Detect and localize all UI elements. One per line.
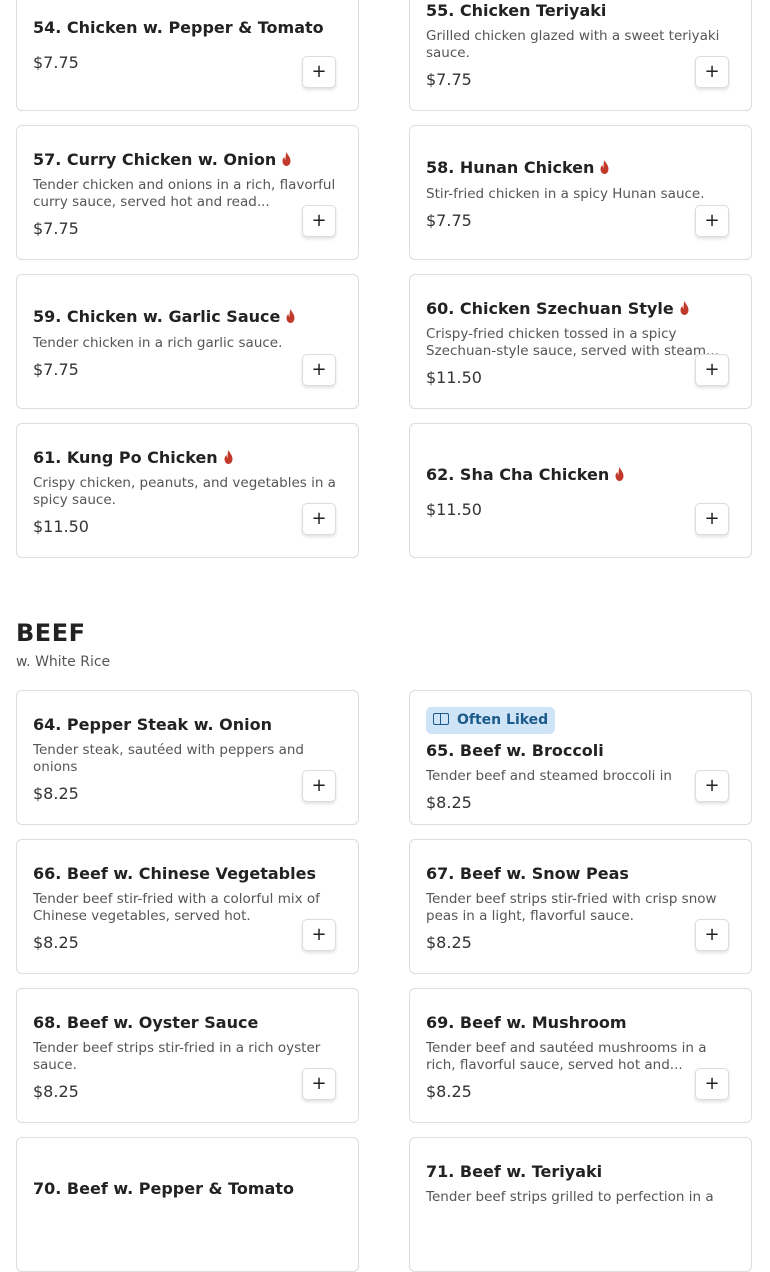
item-description: Grilled chicken glazed with a sweet teri… bbox=[426, 28, 720, 61]
item-title-text: 60. Chicken Szechuan Style bbox=[426, 299, 674, 318]
item-description: Tender beef strips grilled to perfection… bbox=[426, 1189, 714, 1205]
item-description: Crispy-fried chicken tossed in a spicy S… bbox=[426, 326, 719, 359]
item-description: Crispy chicken, peanuts, and vegetables … bbox=[33, 475, 336, 508]
item-description: Tender beef and sautéed mushrooms in a r… bbox=[426, 1040, 707, 1073]
item-title: 62. Sha Cha Chicken bbox=[426, 465, 735, 484]
add-to-cart-button[interactable]: + bbox=[302, 503, 336, 535]
item-title: 68. Beef w. Oyster Sauce bbox=[33, 1013, 259, 1032]
flame-icon bbox=[286, 309, 295, 323]
menu-item-card[interactable]: 60. Chicken Szechuan Style Crispy-fried … bbox=[409, 274, 752, 409]
item-price: $8.25 bbox=[33, 784, 79, 803]
add-to-cart-button[interactable]: + bbox=[695, 503, 729, 535]
flame-icon bbox=[282, 152, 291, 166]
add-to-cart-button[interactable]: + bbox=[695, 205, 729, 237]
item-title: 69. Beef w. Mushroom bbox=[426, 1013, 627, 1032]
menu-item-card[interactable]: 71. Beef w. Teriyaki Tender beef strips … bbox=[409, 1137, 752, 1272]
item-price: $7.75 bbox=[33, 53, 79, 72]
flame-icon bbox=[615, 467, 624, 481]
item-title: 55. Chicken Teriyaki bbox=[426, 1, 607, 20]
add-to-cart-button[interactable]: + bbox=[695, 770, 729, 802]
menu-item-card[interactable]: 59. Chicken w. Garlic Sauce Tender chick… bbox=[16, 274, 359, 409]
add-to-cart-button[interactable]: + bbox=[695, 919, 729, 951]
menu-item-card[interactable]: 69. Beef w. Mushroom Tender beef and sau… bbox=[409, 988, 752, 1123]
item-price: $8.25 bbox=[33, 933, 79, 952]
item-title: 71. Beef w. Teriyaki bbox=[426, 1162, 603, 1181]
menu-item-card[interactable]: 58. Hunan Chicken Stir-fried chicken in … bbox=[409, 125, 752, 260]
item-price: $7.75 bbox=[33, 360, 79, 379]
item-title: 67. Beef w. Snow Peas bbox=[426, 864, 629, 883]
add-to-cart-button[interactable]: + bbox=[302, 205, 336, 237]
menu-item-card[interactable]: 68. Beef w. Oyster Sauce Tender beef str… bbox=[16, 988, 359, 1123]
item-description: Stir-fried chicken in a spicy Hunan sauc… bbox=[426, 186, 705, 202]
item-description: Tender steak, sautéed with peppers and o… bbox=[33, 742, 304, 775]
item-title-text: 58. Hunan Chicken bbox=[426, 158, 595, 177]
item-title: 59. Chicken w. Garlic Sauce bbox=[33, 307, 342, 326]
item-price: $7.75 bbox=[33, 219, 79, 238]
add-to-cart-button[interactable]: + bbox=[695, 354, 729, 386]
add-to-cart-button[interactable]: + bbox=[695, 1068, 729, 1100]
item-price: $11.50 bbox=[33, 517, 89, 536]
item-title: 64. Pepper Steak w. Onion bbox=[33, 715, 273, 734]
add-to-cart-button[interactable]: + bbox=[302, 919, 336, 951]
item-price: $11.50 bbox=[426, 500, 482, 519]
add-to-cart-button[interactable]: + bbox=[302, 56, 336, 88]
item-description: Tender beef and steamed broccoli in a... bbox=[426, 768, 672, 784]
menu-item-card[interactable]: 61. Kung Po Chicken Crispy chicken, pean… bbox=[16, 423, 359, 558]
item-price: $11.50 bbox=[426, 368, 482, 387]
item-description: Tender chicken in a rich garlic sauce. bbox=[33, 335, 283, 351]
item-title-text: 62. Sha Cha Chicken bbox=[426, 465, 610, 484]
two-squares-icon bbox=[433, 713, 449, 725]
flame-icon bbox=[600, 160, 609, 174]
item-title: 65. Beef w. Broccoli bbox=[426, 741, 604, 760]
often-liked-badge: Often Liked bbox=[426, 707, 556, 734]
add-to-cart-button[interactable]: + bbox=[695, 56, 729, 88]
menu-item-card[interactable]: 55. Chicken Teriyaki Grilled chicken gla… bbox=[409, 0, 752, 111]
section-title: BEEF bbox=[16, 619, 86, 647]
add-to-cart-button[interactable]: + bbox=[302, 1068, 336, 1100]
item-title-text: 61. Kung Po Chicken bbox=[33, 448, 218, 467]
menu-item-card[interactable]: 64. Pepper Steak w. Onion Tender steak, … bbox=[16, 690, 359, 825]
add-to-cart-button[interactable]: + bbox=[302, 354, 336, 386]
menu-item-card[interactable]: 57. Curry Chicken w. Onion Tender chicke… bbox=[16, 125, 359, 260]
item-title-text: 59. Chicken w. Garlic Sauce bbox=[33, 307, 281, 326]
menu-item-card[interactable]: 54. Chicken w. Pepper & Tomato $7.75 + bbox=[16, 0, 359, 111]
menu-item-card[interactable]: 67. Beef w. Snow Peas Tender beef strips… bbox=[409, 839, 752, 974]
flame-icon bbox=[224, 450, 233, 464]
add-to-cart-button[interactable]: + bbox=[302, 770, 336, 802]
item-description: Tender chicken and onions in a rich, fla… bbox=[33, 177, 336, 210]
item-title: 54. Chicken w. Pepper & Tomato bbox=[33, 18, 324, 37]
flame-icon bbox=[680, 301, 689, 315]
item-title: 57. Curry Chicken w. Onion bbox=[33, 150, 342, 169]
menu-item-card[interactable]: 66. Beef w. Chinese Vegetables Tender be… bbox=[16, 839, 359, 974]
item-title: 61. Kung Po Chicken bbox=[33, 448, 342, 467]
badge-label: Often Liked bbox=[457, 712, 549, 728]
item-description: Tender beef strips stir-fried in a rich … bbox=[33, 1040, 321, 1073]
menu-item-card[interactable]: Often Liked 65. Beef w. Broccoli Tender … bbox=[409, 690, 752, 825]
item-title: 58. Hunan Chicken bbox=[426, 158, 735, 177]
item-price: $8.25 bbox=[426, 1082, 472, 1101]
item-title: 60. Chicken Szechuan Style bbox=[426, 299, 735, 318]
item-price: $8.25 bbox=[426, 933, 472, 952]
item-description: Tender beef stir-fried with a colorful m… bbox=[33, 891, 320, 924]
item-price: $7.75 bbox=[426, 70, 472, 89]
menu-item-card[interactable]: 70. Beef w. Pepper & Tomato bbox=[16, 1137, 359, 1272]
item-description: Tender beef strips stir-fried with crisp… bbox=[426, 891, 717, 924]
item-price: $8.25 bbox=[33, 1082, 79, 1101]
menu-item-card[interactable]: 62. Sha Cha Chicken $11.50 + bbox=[409, 423, 752, 558]
item-title: 70. Beef w. Pepper & Tomato bbox=[33, 1179, 294, 1198]
item-title-text: 57. Curry Chicken w. Onion bbox=[33, 150, 277, 169]
section-subtitle: w. White Rice bbox=[16, 654, 111, 670]
item-title: 66. Beef w. Chinese Vegetables bbox=[33, 864, 316, 883]
item-price: $7.75 bbox=[426, 211, 472, 230]
item-price: $8.25 bbox=[426, 793, 472, 812]
